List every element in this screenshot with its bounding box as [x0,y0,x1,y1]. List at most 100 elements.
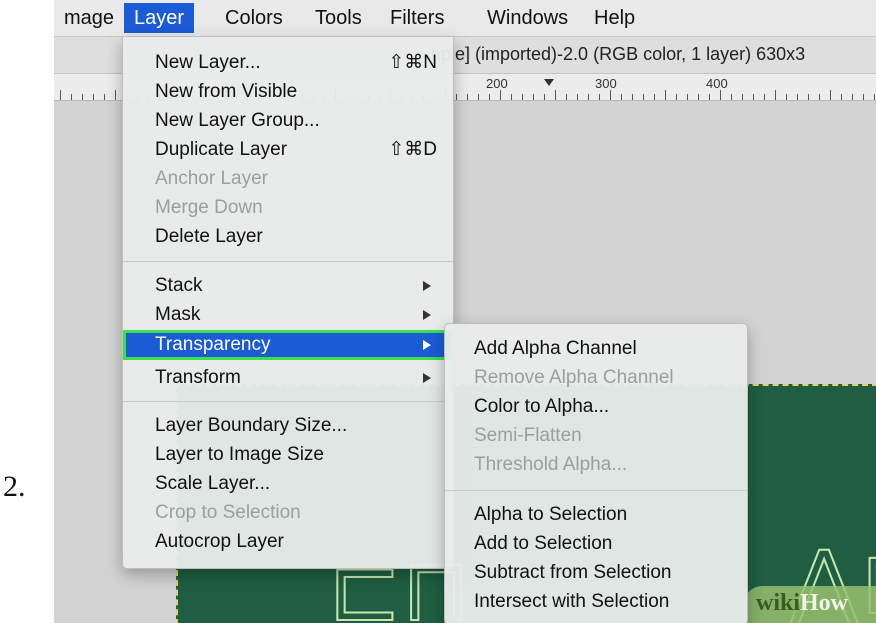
menu-separator [123,401,453,402]
menu-item-stack[interactable]: Stack [123,271,453,301]
ruler-tick [709,94,710,100]
ruler-label: 200 [486,76,508,91]
menu-colors[interactable]: Colors [215,3,293,33]
submenu-arrow-icon [423,373,431,383]
ruler-tick [115,90,116,100]
menu-item-label: Anchor Layer [155,168,269,189]
watermark-how: How [800,590,848,616]
ruler-tick [60,90,61,100]
menu-item-label: Delete Layer [155,226,263,247]
menu-item-label: Duplicate Layer [155,139,288,160]
ruler-tick [478,94,479,100]
menu-tools[interactable]: Tools [305,3,372,33]
menu-filters[interactable]: Filters [380,3,454,33]
menu-item-label: Intersect with Selection [474,591,670,612]
submenu-arrow-icon [423,281,431,291]
menu-item-alpha-to-selection[interactable]: Alpha to Selection [445,500,747,530]
shortcut-label: ⇧⌘D [388,139,437,160]
menu-item-transparency[interactable]: Transparency [123,330,453,360]
ruler-tick [588,94,589,100]
submenu-arrow-icon [423,310,431,320]
menu-item-scale-layer[interactable]: Scale Layer... [123,469,453,499]
ruler-tick [500,90,501,100]
ruler-tick [841,94,842,100]
menu-item-transform[interactable]: Transform [123,363,453,393]
menu-item-add-alpha-channel[interactable]: Add Alpha Channel [445,334,747,364]
menu-item-label: Autocrop Layer [155,531,284,552]
menu-item-new-layer[interactable]: New Layer... ⇧⌘N [123,48,453,78]
submenu-arrow-icon [423,340,431,350]
ruler-position-marker-icon [544,79,554,86]
menu-item-layer-boundary-size[interactable]: Layer Boundary Size... [123,411,453,441]
ruler-tick [665,90,666,100]
ruler-tick [742,94,743,100]
menu-bar: mage Layer Colors Tools Filters Windows … [54,0,876,37]
menu-item-threshold-alpha: Threshold Alpha... [445,450,747,480]
ruler-tick [654,94,655,100]
menu-item-label: Remove Alpha Channel [474,367,674,388]
menu-separator [445,490,747,491]
menu-item-new-from-visible[interactable]: New from Visible [123,77,453,107]
ruler-tick [104,94,105,100]
wikihow-watermark: wiki How [744,586,876,623]
ruler-tick [753,94,754,100]
menu-item-label: Merge Down [155,197,263,218]
menu-layer[interactable]: Layer [124,3,195,33]
ruler-tick [489,94,490,100]
menu-item-label: New Layer... [155,52,261,73]
menu-item-new-layer-group[interactable]: New Layer Group... [123,106,453,136]
ruler-tick [555,90,556,100]
ruler-tick [775,90,776,100]
menu-item-label: Layer to Image Size [155,444,324,465]
menu-item-label: Add to Selection [474,533,613,554]
menu-item-duplicate-layer[interactable]: Duplicate Layer ⇧⌘D [123,135,453,165]
ruler-tick [467,94,468,100]
ruler-tick [797,94,798,100]
menu-item-label: Crop to Selection [155,502,301,523]
ruler-label: 400 [706,76,728,91]
menu-image[interactable]: mage [54,3,124,33]
menu-item-delete-layer[interactable]: Delete Layer [123,222,453,252]
menu-item-crop-to-selection: Crop to Selection [123,498,453,528]
ruler-tick [632,94,633,100]
menu-item-mask[interactable]: Mask [123,300,453,330]
menu-item-label: Mask [155,304,201,325]
menu-item-anchor-layer: Anchor Layer [123,164,453,194]
menu-windows[interactable]: Windows [477,3,578,33]
menu-item-merge-down: Merge Down [123,193,453,223]
ruler-tick [764,94,765,100]
ruler-tick [698,94,699,100]
ruler-tick [599,94,600,100]
menu-item-label: New Layer Group... [155,110,320,131]
ruler-tick [819,94,820,100]
ruler-tick [82,94,83,100]
menu-item-intersect-with-selection[interactable]: Intersect with Selection [445,587,747,617]
ruler-tick [610,90,611,100]
menu-item-label: Color to Alpha... [474,396,610,417]
ruler-tick [808,94,809,100]
transparency-submenu: Add Alpha Channel Remove Alpha Channel C… [444,323,748,623]
ruler-tick [786,94,787,100]
menu-item-label: Layer Boundary Size... [155,415,348,436]
ruler-tick [863,94,864,100]
menu-item-layer-to-image-size[interactable]: Layer to Image Size [123,440,453,470]
step-number: 2. [3,470,26,503]
menu-separator [123,261,453,262]
menu-item-label: Add Alpha Channel [474,338,637,359]
ruler-tick [687,94,688,100]
menu-item-label: New from Visible [155,81,298,102]
ruler-tick [577,94,578,100]
ruler-tick [566,94,567,100]
menu-item-color-to-alpha[interactable]: Color to Alpha... [445,392,747,422]
ruler-tick [456,94,457,100]
menu-item-add-to-selection[interactable]: Add to Selection [445,529,747,559]
menu-help[interactable]: Help [584,3,645,33]
menu-item-autocrop-layer[interactable]: Autocrop Layer [123,527,453,557]
menu-item-subtract-from-selection[interactable]: Subtract from Selection [445,558,747,588]
ruler-tick [852,94,853,100]
menu-item-label: Transparency [155,334,271,355]
menu-item-label: Scale Layer... [155,473,271,494]
menu-item-label: Subtract from Selection [474,562,672,583]
ruler-tick [544,94,545,100]
ruler-tick [720,90,721,100]
